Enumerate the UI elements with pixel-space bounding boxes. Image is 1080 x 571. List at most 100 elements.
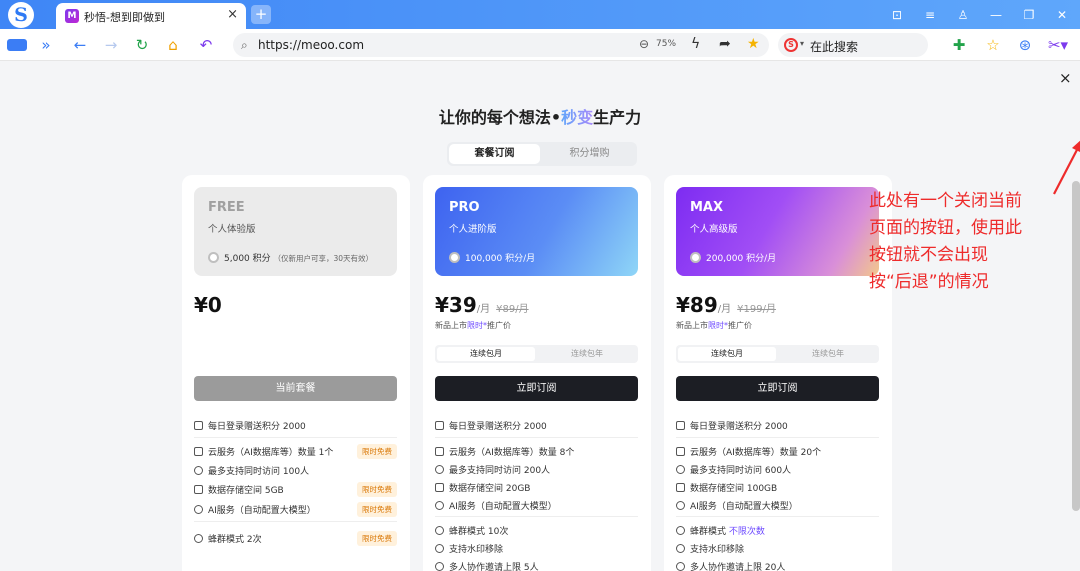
sogou-logo-icon[interactable]: S — [784, 38, 798, 52]
annotation-line: 页面的按钮，使用此 — [869, 218, 1022, 238]
promo-highlight: 限时 — [467, 321, 483, 330]
billing-yearly[interactable]: 连续包年 — [779, 347, 877, 361]
feature-watermark: 支持水印移除 — [676, 542, 879, 555]
feature-daily-points: 每日登录赠送积分 2000 — [435, 419, 638, 432]
add-user-icon — [435, 562, 444, 571]
favorite-star-icon[interactable]: ★ — [747, 36, 760, 52]
address-bar[interactable]: ⌕ https://meoo.com ⊖ 75% ϟ ➦ ★ — [233, 33, 769, 57]
feature-text: AI服务（自动配置大模型） — [449, 502, 557, 512]
search-engine-box[interactable]: S ▾ 在此搜索 — [778, 33, 928, 57]
storage-icon — [194, 485, 203, 494]
screenshot-scissors-icon[interactable]: ✂▾ — [1046, 37, 1070, 53]
feature-cloud-service: 云服务（AI数据库等）数量 1个 限时免费 — [194, 444, 397, 459]
sparkle-icon — [676, 501, 685, 510]
plan-points: 200,000 积分/月 — [690, 251, 776, 264]
home-icon[interactable]: ⌂ — [164, 37, 182, 53]
plan-subtitle: 个人高级版 — [690, 224, 738, 235]
url-text[interactable]: https://meoo.com — [258, 38, 364, 52]
refresh-icon[interactable]: ↻ — [133, 37, 151, 53]
close-window-icon[interactable]: ✕ — [1053, 6, 1071, 24]
feature-divider — [435, 437, 638, 438]
limited-free-badge: 限时免费 — [357, 502, 397, 517]
database-icon — [194, 447, 203, 456]
points-note: （仅新用户可享，30天有效） — [273, 254, 374, 263]
billing-yearly[interactable]: 连续包年 — [538, 347, 636, 361]
feature-swarm-mode: 蜂群模式 不限次数 — [676, 524, 879, 537]
annotation-line: 此处有一个关闭当前 — [869, 191, 1022, 211]
unlimited-highlight: 不限次数 — [728, 527, 765, 537]
restore-icon[interactable]: ❐ — [1020, 6, 1038, 24]
sidebar-toggle-icon[interactable] — [7, 39, 27, 51]
feature-text: 多人协作邀请上限 20人 — [690, 563, 786, 571]
plan-name: PRO — [449, 200, 480, 215]
plan-card-max: MAX 个人高级版 200,000 积分/月 ¥89/月 ¥199/月 新品上市限… — [664, 175, 892, 571]
feature-text: 云服务（AI数据库等）数量 8个 — [449, 448, 575, 458]
feature-collaboration: 多人协作邀请上限 5人 — [435, 560, 638, 571]
feature-text: 数据存储空间 5GB — [208, 486, 284, 496]
feature-collaboration: 多人协作邀请上限 20人 — [676, 560, 879, 571]
extension-icon[interactable]: ✚ — [950, 37, 968, 53]
speed-mode-icon[interactable]: ϟ — [691, 36, 700, 52]
feature-swarm-mode: 蜂群模式 2次 限时免费 — [194, 531, 397, 546]
limited-free-badge: 限时免费 — [357, 482, 397, 497]
tab-close-icon[interactable]: × — [227, 7, 238, 22]
subscribe-button[interactable]: 立即订阅 — [435, 376, 638, 401]
feature-storage: 数据存储空间 100GB — [676, 481, 879, 494]
points-coin-icon — [449, 252, 460, 263]
current-plan-button[interactable]: 当前套餐 — [194, 376, 397, 401]
undo-close-icon[interactable]: ↶ — [195, 37, 217, 53]
search-input[interactable]: 在此搜索 — [810, 38, 858, 55]
chevron-down-icon[interactable]: ▾ — [800, 39, 804, 48]
points-coin-icon — [208, 252, 219, 263]
search-icon: ⌕ — [241, 38, 248, 52]
plan-type-switch: 套餐订阅 积分增购 — [447, 142, 637, 166]
feature-text: 每日登录赠送积分 2000 — [690, 422, 788, 432]
tab-list-icon[interactable]: ⊡ — [888, 6, 906, 24]
back-arrow-icon[interactable]: ← — [71, 37, 89, 53]
menu-icon[interactable]: ≡ — [921, 6, 939, 24]
browser-logo-icon[interactable]: S — [8, 2, 34, 28]
feature-text: 支持水印移除 — [449, 545, 504, 555]
feature-text: 蜂群模式 10次 — [449, 527, 509, 537]
zoom-icon[interactable]: ⊖ — [639, 37, 649, 51]
zoom-level[interactable]: 75% — [656, 39, 676, 49]
tab-title: 秒悟-想到即做到 — [84, 11, 165, 24]
bookmark-star-icon[interactable]: ☆ — [984, 37, 1002, 53]
browser-tabbar: S M 秒悟-想到即做到 × + ⊡ ≡ ♙ — ❐ ✕ — [0, 0, 1080, 29]
storage-icon — [676, 483, 685, 492]
billing-monthly[interactable]: 连续包月 — [437, 347, 535, 361]
share-icon[interactable]: ➦ — [719, 36, 731, 52]
hexagon-icon — [676, 526, 685, 535]
feature-text: 蜂群模式 — [690, 527, 727, 537]
billing-monthly[interactable]: 连续包月 — [678, 347, 776, 361]
new-tab-button[interactable]: + — [251, 5, 271, 24]
billing-switch: 连续包月 连续包年 — [676, 345, 879, 363]
forward-arrow-icon[interactable]: → — [102, 37, 120, 53]
headline-accent: 秒变 — [561, 108, 594, 127]
sparkle-icon — [194, 505, 203, 514]
tab-subscription[interactable]: 套餐订阅 — [449, 144, 540, 164]
feature-divider — [676, 516, 879, 517]
browser-tab[interactable]: M 秒悟-想到即做到 × — [56, 3, 246, 29]
browser-toolbar: » ← → ↻ ⌂ ↶ ⌕ https://meoo.com ⊖ 75% ϟ ➦… — [0, 29, 1080, 61]
users-icon — [435, 465, 444, 474]
feature-text: 多人协作邀请上限 5人 — [449, 563, 539, 571]
limited-free-badge: 限时免费 — [357, 531, 397, 546]
page-scrollbar[interactable] — [1072, 181, 1080, 511]
promo-pre: 新品上市 — [676, 321, 708, 330]
tab-points-purchase[interactable]: 积分增购 — [544, 144, 635, 164]
feature-cloud-service: 云服务（AI数据库等）数量 20个 — [676, 445, 879, 458]
headline-text-end: 生产力 — [593, 108, 642, 127]
double-chevron-icon[interactable]: » — [37, 37, 55, 53]
feature-concurrent-users: 最多支持同时访问 100人 — [194, 464, 397, 477]
feature-ai-service: AI服务（自动配置大模型） 限时免费 — [194, 502, 397, 517]
promo-note: 新品上市限时*推广价 — [676, 321, 752, 330]
minimize-icon[interactable]: — — [987, 6, 1005, 24]
hexagon-icon — [194, 534, 203, 543]
download-icon[interactable]: ⊛ — [1016, 37, 1034, 53]
skin-icon[interactable]: ♙ — [954, 6, 972, 24]
page-headline: 让你的每个想法•秒变生产力 — [0, 104, 1080, 128]
subscribe-button[interactable]: 立即订阅 — [676, 376, 879, 401]
plan-points: 5,000 积分 （仅新用户可享，30天有效） — [208, 251, 373, 264]
page-close-icon[interactable]: × — [1059, 69, 1072, 87]
